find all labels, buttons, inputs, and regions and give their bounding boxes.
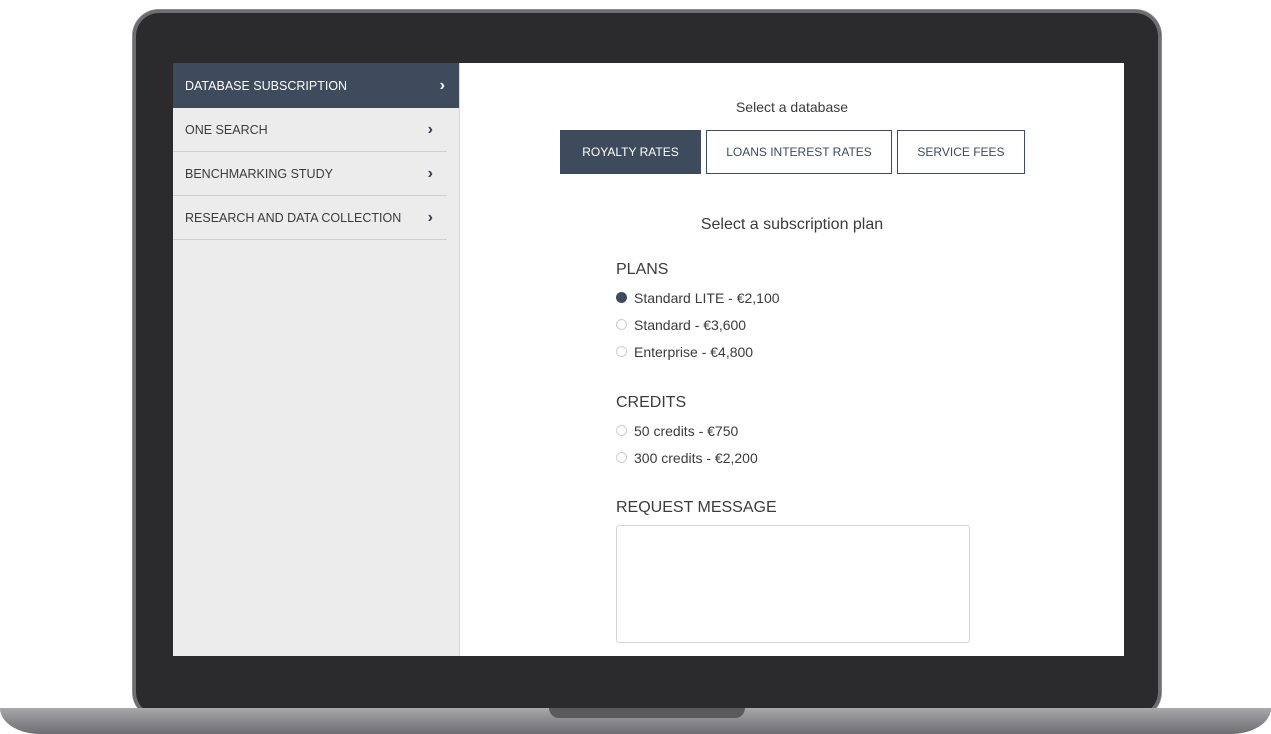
tab-loans-interest-rates[interactable]: LOANS INTEREST RATES [706, 130, 892, 174]
plans-title: PLANS [616, 261, 669, 278]
sidebar-item-label: DATABASE SUBSCRIPTION [185, 78, 348, 93]
radio-button[interactable] [616, 346, 627, 357]
radio-button[interactable] [616, 319, 627, 330]
select-database-label: Select a database [735, 99, 849, 115]
credits-title: CREDITS [616, 394, 687, 411]
plans-section: PLANS Standard LITE - €2,100 Standard - … [616, 261, 780, 365]
screen: DATABASE SUBSCRIPTION › ONE SEARCH › BEN… [173, 63, 1124, 656]
plan-option-enterprise[interactable]: Enterprise - €4,800 [616, 338, 780, 365]
radio-button[interactable] [616, 292, 627, 303]
tab-royalty-rates[interactable]: ROYALTY RATES [560, 130, 701, 174]
option-label: 50 credits - €750 [634, 422, 739, 439]
sidebar-item-benchmarking-study[interactable]: BENCHMARKING STUDY › [173, 152, 447, 196]
option-label: Standard - €3,600 [634, 316, 747, 333]
sidebar: DATABASE SUBSCRIPTION › ONE SEARCH › BEN… [173, 63, 460, 656]
option-label: Enterprise - €4,800 [634, 343, 754, 360]
tab-service-fees[interactable]: SERVICE FEES [897, 130, 1025, 174]
sidebar-item-research-and-data-collection[interactable]: RESEARCH AND DATA COLLECTION › [173, 196, 447, 240]
option-label: 300 credits - €2,200 [634, 449, 758, 466]
option-label: Standard LITE - €2,100 [634, 289, 780, 306]
plan-option-standard[interactable]: Standard - €3,600 [616, 311, 780, 338]
plan-option-standard-lite[interactable]: Standard LITE - €2,100 [616, 284, 780, 311]
radio-button[interactable] [616, 452, 627, 463]
credit-option-50[interactable]: 50 credits - €750 [616, 417, 758, 444]
credits-section: CREDITS 50 credits - €750 300 credits - … [616, 394, 758, 471]
chevron-right-icon: › [427, 208, 433, 226]
sidebar-item-label: ONE SEARCH [185, 122, 268, 137]
sidebar-item-one-search[interactable]: ONE SEARCH › [173, 108, 447, 152]
chevron-right-icon: › [427, 164, 433, 182]
laptop-notch [549, 708, 745, 718]
sidebar-item-database-subscription[interactable]: DATABASE SUBSCRIPTION › [173, 63, 459, 108]
request-message-title: REQUEST MESSAGE [616, 499, 777, 516]
sidebar-item-label: RESEARCH AND DATA COLLECTION [185, 210, 402, 225]
chevron-right-icon: › [427, 120, 433, 138]
radio-button[interactable] [616, 425, 627, 436]
request-message-textarea[interactable] [616, 525, 970, 643]
main-panel: Select a database ROYALTY RATES LOANS IN… [460, 63, 1124, 656]
database-tabs: ROYALTY RATES LOANS INTEREST RATES SERVI… [560, 130, 1025, 174]
credit-option-300[interactable]: 300 credits - €2,200 [616, 444, 758, 471]
chevron-right-icon: › [439, 76, 445, 94]
sidebar-item-label: BENCHMARKING STUDY [185, 166, 333, 181]
select-plan-label: Select a subscription plan [700, 216, 884, 233]
